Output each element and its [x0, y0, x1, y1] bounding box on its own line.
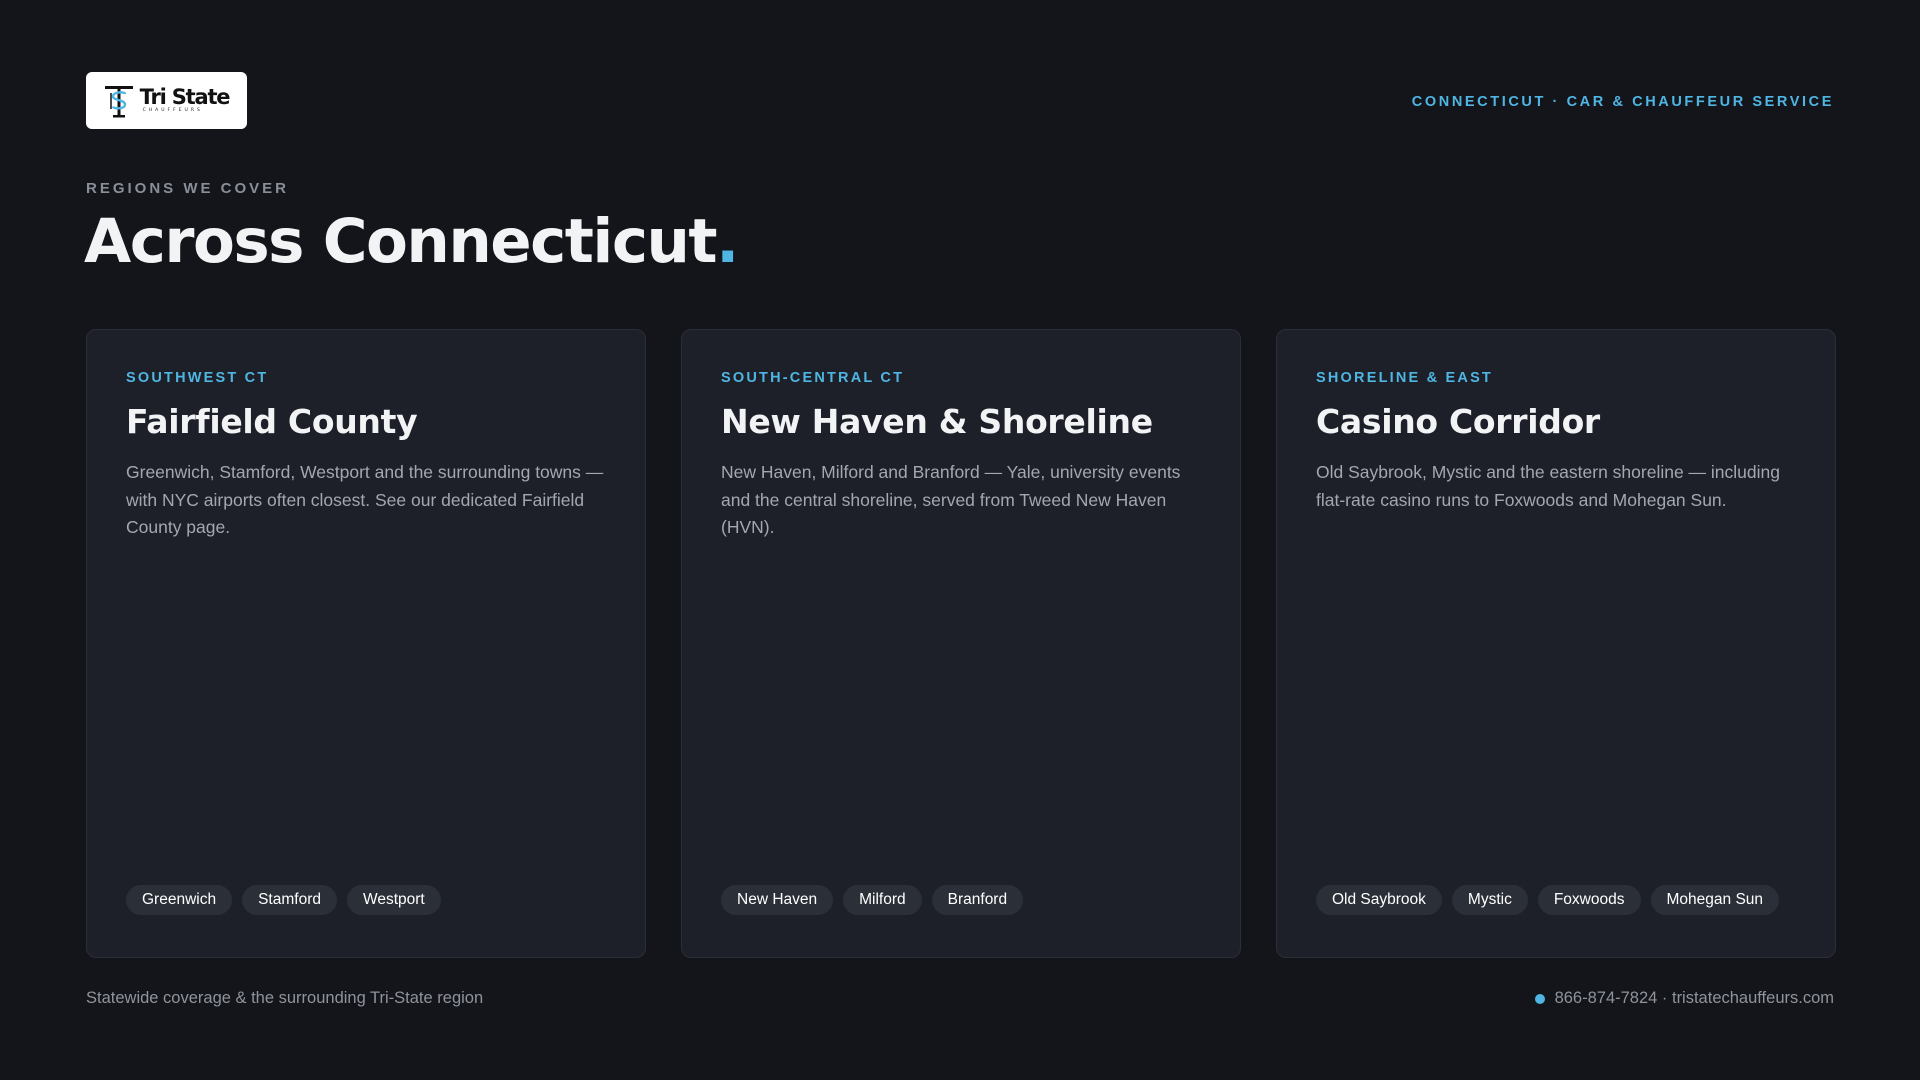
page-title: Across Connecticut. [84, 206, 739, 277]
section-eyebrow: REGIONS WE COVER [86, 180, 290, 197]
page: Tri State CHAUFFEURS CONNECTICUT · CAR &… [0, 0, 1920, 1080]
logo-monogram-icon [104, 85, 133, 117]
logo-subtitle: CHAUFFEURS [142, 108, 203, 114]
card-title: Fairfield County [126, 402, 418, 441]
town-chip[interactable]: Mohegan Sun [1650, 885, 1780, 915]
header-tagline: CONNECTICUT · CAR & CHAUFFEUR SERVICE [1411, 94, 1834, 110]
brand-logo[interactable]: Tri State CHAUFFEURS [86, 72, 247, 129]
town-chips: Greenwich Stamford Westport [126, 885, 441, 915]
card-eyebrow: SOUTHWEST CT [126, 370, 269, 386]
town-chip[interactable]: Branford [931, 885, 1024, 915]
town-chip[interactable]: Westport [346, 885, 441, 915]
card-description: Old Saybrook, Mystic and the eastern sho… [1316, 462, 1780, 510]
town-chip[interactable]: New Haven [721, 885, 834, 915]
status-dot-icon [1534, 993, 1545, 1004]
card-description: Greenwich, Stamford, Westport and the su… [126, 462, 604, 537]
contact-text[interactable]: 866-874-7824 · tristatechauffeurs.com [1555, 989, 1834, 1008]
region-cards: SOUTHWEST CT Fairfield County Greenwich,… [86, 329, 1836, 958]
card-eyebrow: SHORELINE & EAST [1316, 370, 1493, 386]
town-chip[interactable]: Stamford [242, 885, 337, 915]
card-eyebrow: SOUTH-CENTRAL CT [721, 370, 905, 386]
card-description: New Haven, Milford and Branford — Yale, … [721, 462, 1181, 537]
page-title-text: Across Connecticut [84, 206, 718, 277]
card-title: New Haven & Shoreline [721, 402, 1153, 441]
logo-name: Tri State [139, 85, 231, 110]
footer-coverage-note: Statewide coverage & the surrounding Tri… [86, 989, 484, 1007]
footer-contact[interactable]: 866-874-7824 · tristatechauffeurs.com [1534, 989, 1834, 1008]
town-chip[interactable]: Old Saybrook [1316, 885, 1442, 915]
town-chip[interactable]: Mystic [1451, 885, 1528, 915]
title-accent-dot: . [716, 206, 739, 277]
town-chip[interactable]: Milford [843, 885, 922, 915]
town-chips: New Haven Milford Branford [721, 885, 1024, 915]
logo-wordmark: Tri State CHAUFFEURS [139, 85, 231, 114]
region-card-casino-corridor[interactable]: SHORELINE & EAST Casino Corridor Old Say… [1276, 329, 1836, 958]
region-card-fairfield[interactable]: SOUTHWEST CT Fairfield County Greenwich,… [86, 329, 646, 958]
card-title: Casino Corridor [1316, 402, 1600, 441]
town-chip[interactable]: Greenwich [126, 885, 233, 915]
town-chip[interactable]: Foxwoods [1537, 885, 1641, 915]
town-chips: Old Saybrook Mystic Foxwoods Mohegan Sun [1316, 885, 1780, 915]
region-card-new-haven[interactable]: SOUTH-CENTRAL CT New Haven & Shoreline N… [681, 329, 1241, 958]
